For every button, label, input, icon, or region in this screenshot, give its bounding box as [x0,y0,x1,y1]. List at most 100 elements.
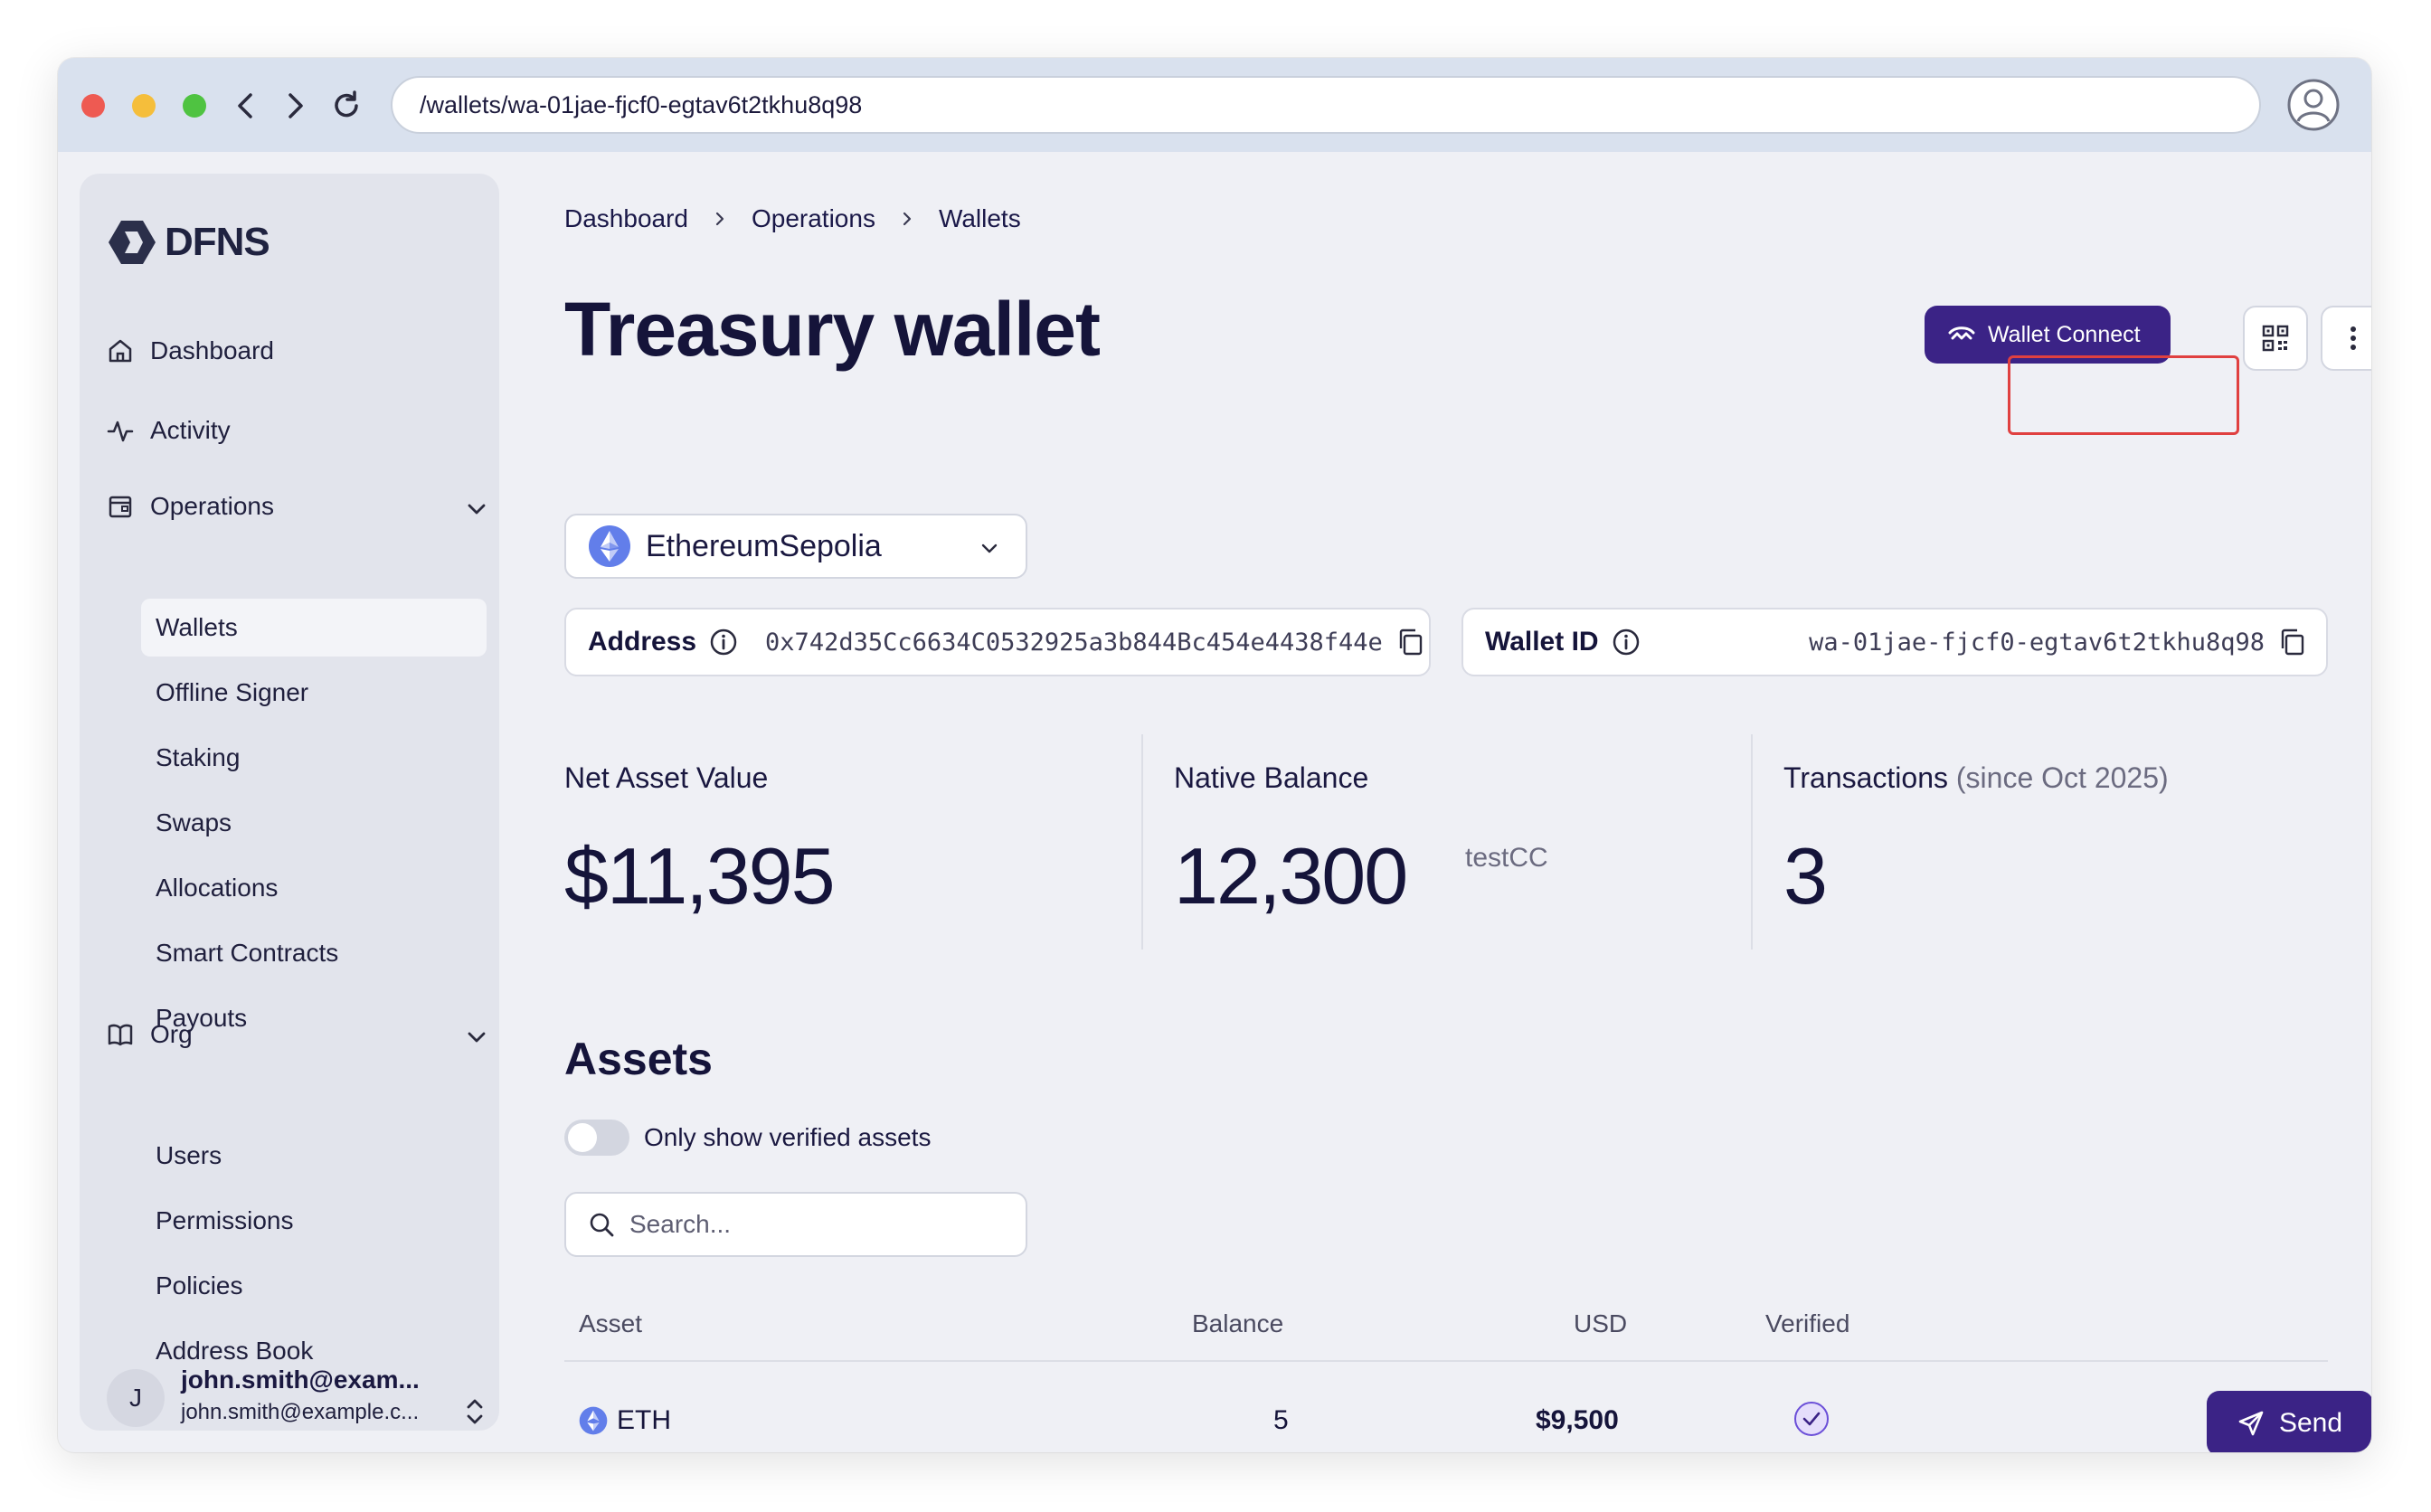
sidebar-item-label: Dashboard [150,336,274,364]
sidebar-item-label: Activity [150,416,231,444]
balance-cell: 5 [1273,1405,1289,1435]
breadcrumb-wallets[interactable]: Wallets [939,204,1021,233]
maximize-window-button[interactable] [183,94,206,118]
search-input[interactable] [629,1210,1009,1239]
native-balance-label: Native Balance [1174,761,1369,794]
reload-icon[interactable] [327,87,365,125]
divider [1751,734,1753,950]
asset-cell: ETH [579,1405,671,1436]
breadcrumb-operations[interactable]: Operations [752,204,875,233]
sidebar-item-label: Policies [156,1271,243,1299]
chevron-up-down-icon[interactable] [463,1396,487,1427]
folder-icon [109,496,132,518]
wallet-id-card: Wallet ID wa-01jae-fjcf0-egtav6t2tkhu8q9… [1461,608,2328,676]
column-header-verified[interactable]: Verified [1765,1309,1849,1338]
sidebar-item-activity[interactable]: Activity [107,416,231,445]
wallet-connect-icon [1948,326,1975,340]
network-select[interactable]: EthereumSepolia [564,514,1027,579]
browser-toolbar: /wallets/wa-01jae-fjcf0-egtav6t2tkhu8q98 [58,58,2371,152]
qr-code-button[interactable] [2243,306,2308,371]
transactions-value: 3 [1783,831,1828,921]
sidebar-item-label: Smart Contracts [156,939,339,967]
divider [1141,734,1143,950]
sidebar-item-operations[interactable]: Operations [107,492,274,521]
copy-icon[interactable] [1397,628,1424,656]
sidebar-item-label: Org [150,1020,193,1048]
send-icon [2238,1411,2264,1436]
sidebar-item-label: Staking [156,743,241,771]
avatar: J [107,1369,165,1427]
logo-text: DFNS [165,220,270,264]
highlight-box [2008,355,2239,435]
sidebar-item-offline-signer[interactable]: Offline Signer [141,664,487,722]
dfns-logo[interactable]: DFNS [107,219,270,266]
more-options-button[interactable] [2321,306,2371,371]
sidebar-item-swaps[interactable]: Swaps [141,794,487,852]
sidebar-item-payouts[interactable]: Payouts [141,989,487,1047]
verified-assets-toggle[interactable] [564,1120,629,1156]
qr-code-icon [2262,325,2289,352]
activity-icon [107,421,134,442]
sidebar-item-org[interactable]: Org [107,1020,193,1049]
asset-search[interactable] [564,1192,1027,1257]
usd-cell: $9,500 [1536,1405,1619,1435]
search-icon [590,1213,614,1237]
sidebar-item-label: Allocations [156,874,279,902]
info-icon[interactable] [709,628,738,657]
profile-icon[interactable] [2286,78,2341,132]
native-balance-unit: testCC [1465,843,1548,873]
sidebar-item-label: Permissions [156,1206,294,1234]
verified-check-icon [1794,1402,1829,1436]
send-button[interactable]: Send [2207,1391,2371,1452]
home-icon [109,339,132,363]
copy-icon[interactable] [2279,628,2306,656]
column-header-usd[interactable]: USD [1574,1309,1627,1338]
sidebar-item-label: Swaps [156,808,232,836]
breadcrumb-dashboard[interactable]: Dashboard [564,204,688,233]
back-icon[interactable] [226,87,264,125]
network-select-value: EthereumSepolia [646,528,882,563]
address-card: Address 0x742d35Cc6634C0532925a3b844Bc45… [564,608,1431,676]
minimize-window-button[interactable] [132,94,156,118]
browser-window: /wallets/wa-01jae-fjcf0-egtav6t2tkhu8q98… [58,58,2371,1452]
column-header-asset[interactable]: Asset [579,1309,642,1338]
address-value[interactable]: 0x742d35Cc6634C0532925a3b844Bc454e4438f4… [765,628,1383,657]
sidebar-item-staking[interactable]: Staking [141,729,487,787]
sidebar-item-label: Users [156,1141,222,1169]
sidebar-item-label: Operations [150,492,274,520]
transactions-label: Transactions (since Oct 2025) [1783,761,2169,795]
info-icon[interactable] [1612,628,1641,657]
address-label: Address [588,627,697,657]
sidebar-item-label: Address Book [156,1337,314,1365]
chevron-down-icon[interactable] [465,497,488,521]
net-asset-value: $11,395 [564,831,836,921]
sidebar-item-wallets[interactable]: Wallets [141,599,487,657]
page-title: Treasury wallet [564,287,1101,372]
url-bar[interactable]: /wallets/wa-01jae-fjcf0-egtav6t2tkhu8q98 [391,76,2261,134]
sidebar-item-policies[interactable]: Policies [141,1257,487,1315]
sidebar-item-users[interactable]: Users [141,1127,487,1185]
wallet-id-value[interactable]: wa-01jae-fjcf0-egtav6t2tkhu8q98 [1809,628,2265,657]
user-menu[interactable]: J john.smith@exam... john.smith@example.… [107,1366,420,1427]
column-header-balance[interactable]: Balance [1192,1309,1283,1338]
close-window-button[interactable] [81,94,105,118]
wallet-id-label: Wallet ID [1485,627,1599,657]
native-balance-value: 12,300 [1174,831,1408,921]
assets-heading: Assets [564,1034,713,1084]
breadcrumb: Dashboard Operations Wallets [564,204,1021,233]
asset-name: ETH [617,1405,671,1435]
table-divider [564,1360,2328,1362]
sidebar-item-dashboard[interactable]: Dashboard [107,336,274,365]
chevron-down-icon[interactable] [465,1025,488,1049]
sidebar-item-permissions[interactable]: Permissions [141,1192,487,1250]
url-text: /wallets/wa-01jae-fjcf0-egtav6t2tkhu8q98 [420,90,863,118]
toggle-knob [568,1123,597,1152]
sidebar-item-smart-contracts[interactable]: Smart Contracts [141,924,487,982]
sidebar-item-label: Wallets [156,613,238,641]
dfns-logo-icon [109,221,156,264]
ethereum-icon [579,1406,608,1435]
transactions-since: (since Oct 2025) [1955,761,2169,794]
sidebar-item-allocations[interactable]: Allocations [141,859,487,917]
user-email: john.smith@example.c... [181,1400,420,1424]
forward-icon[interactable] [277,87,315,125]
